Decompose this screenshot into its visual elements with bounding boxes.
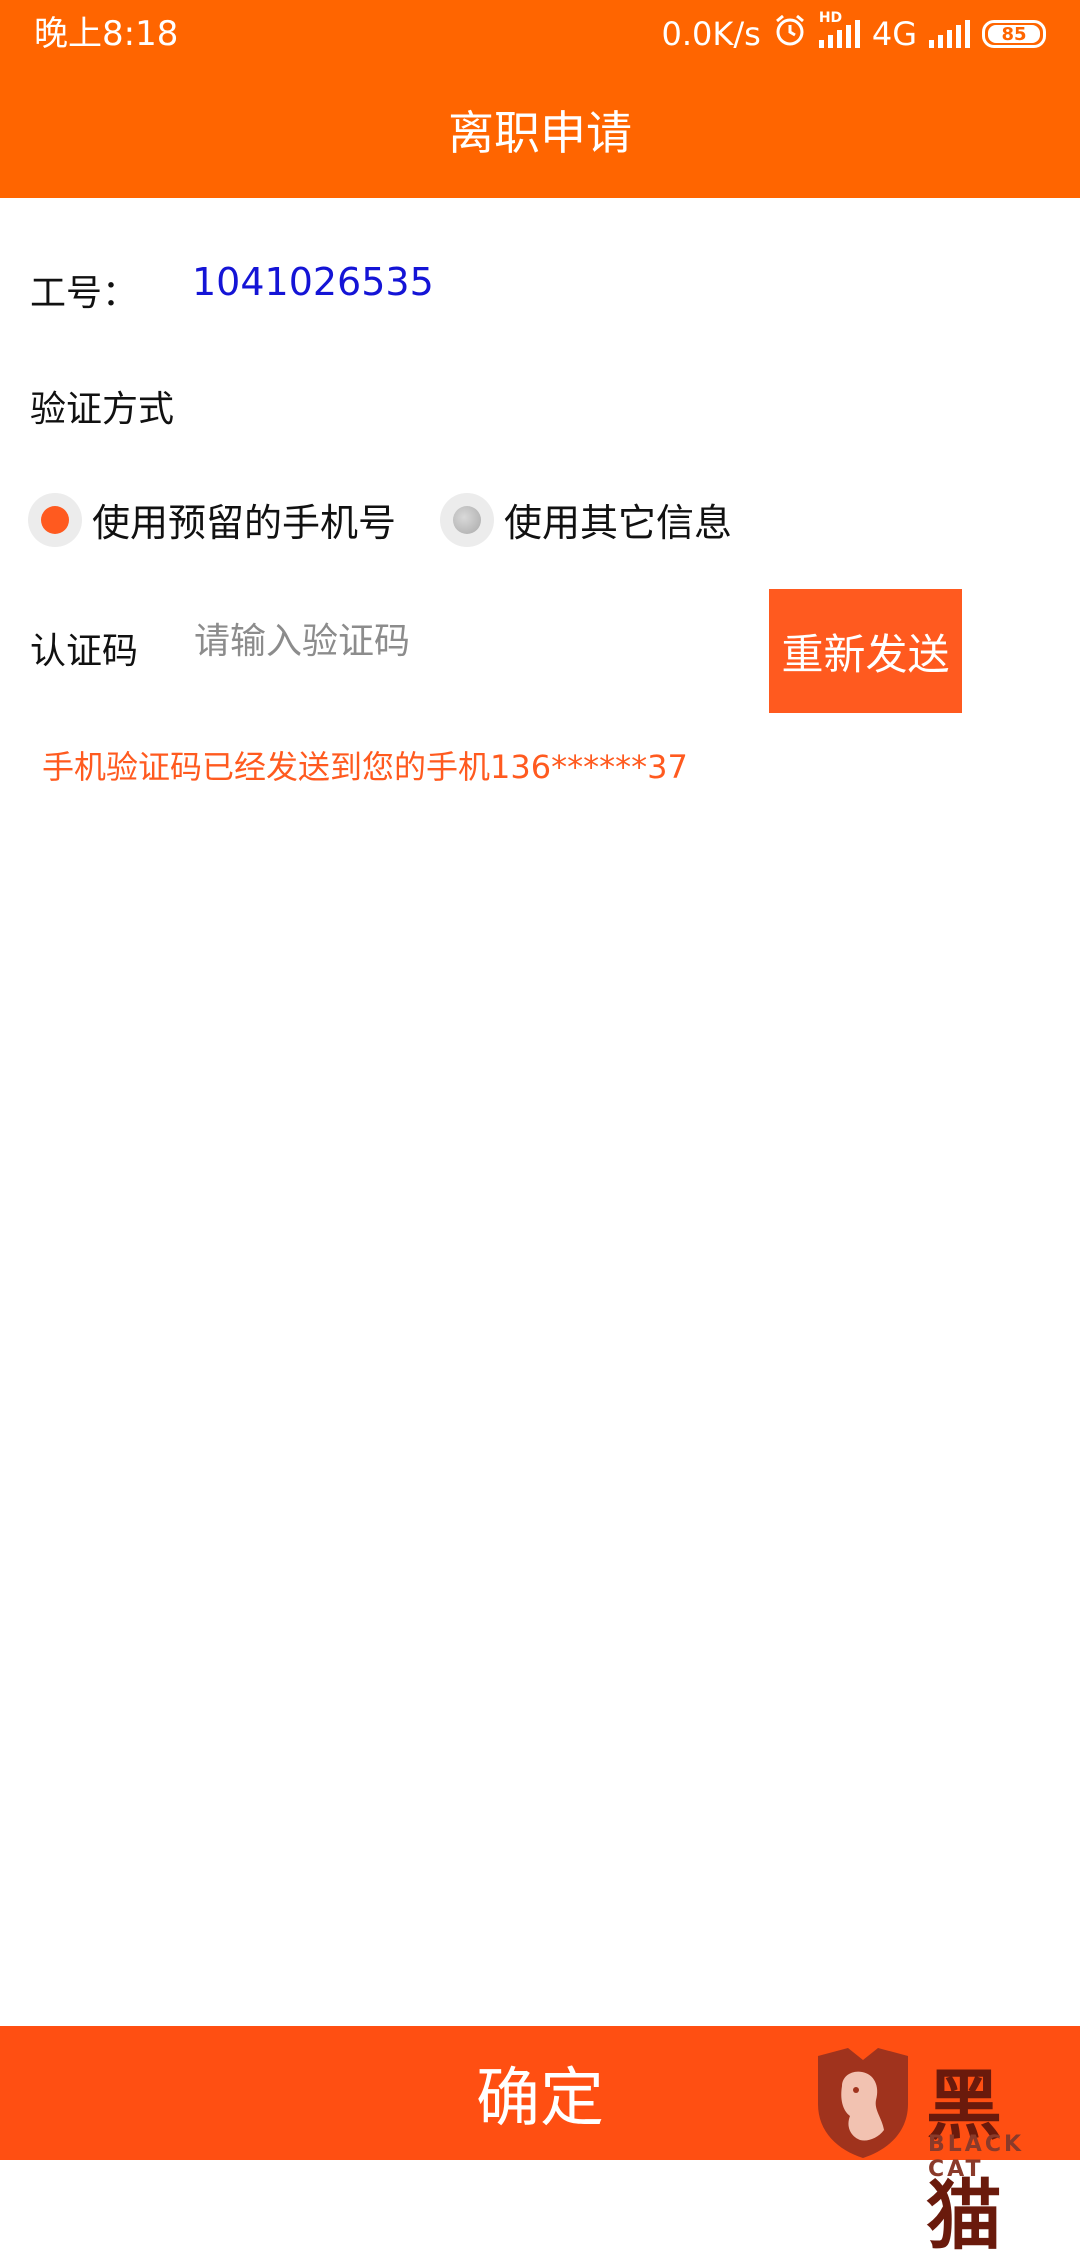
status-bar: 晚上8:18 0.0K/s HD 4G 85 bbox=[0, 0, 1080, 68]
black-cat-watermark: 黑猫 BLACK CAT bbox=[808, 2040, 1080, 2260]
radio-label: 使用预留的手机号 bbox=[92, 501, 397, 545]
employee-label: 工号： bbox=[30, 273, 139, 314]
signal-bars-icon bbox=[929, 20, 970, 48]
cat-shield-icon bbox=[818, 2048, 908, 2158]
radio-button-unselected[interactable] bbox=[440, 492, 494, 547]
radio-reserved-phone[interactable]: 使用预留的手机号 bbox=[28, 492, 396, 547]
network-type: 4G bbox=[871, 15, 917, 53]
hd-label: HD bbox=[818, 10, 843, 26]
battery-icon: 85 bbox=[982, 20, 1046, 48]
battery-level: 85 bbox=[988, 24, 1040, 45]
watermark-subtext: BLACK CAT bbox=[928, 2132, 1025, 2182]
radio-other-info[interactable]: 使用其它信息 bbox=[440, 492, 732, 547]
net-speed: 0.0K/s bbox=[661, 15, 761, 53]
code-label: 认证码 bbox=[30, 631, 139, 672]
radio-button-selected[interactable] bbox=[28, 492, 82, 547]
page-title: 离职申请 bbox=[0, 68, 1080, 198]
employee-number: 1041026535 bbox=[192, 260, 434, 304]
verify-method-label: 验证方式 bbox=[30, 389, 175, 430]
status-icons: 0.0K/s HD 4G 85 bbox=[661, 10, 1046, 56]
status-time: 晚上8:18 bbox=[34, 14, 179, 54]
hd-signal-icon: HD bbox=[818, 10, 860, 48]
verification-code-input[interactable] bbox=[192, 600, 756, 682]
alarm-icon bbox=[773, 13, 807, 55]
code-sent-message: 手机验证码已经发送到您的手机136******37 bbox=[42, 748, 688, 786]
resend-button[interactable]: 重新发送 bbox=[769, 589, 962, 713]
radio-label: 使用其它信息 bbox=[504, 501, 733, 545]
